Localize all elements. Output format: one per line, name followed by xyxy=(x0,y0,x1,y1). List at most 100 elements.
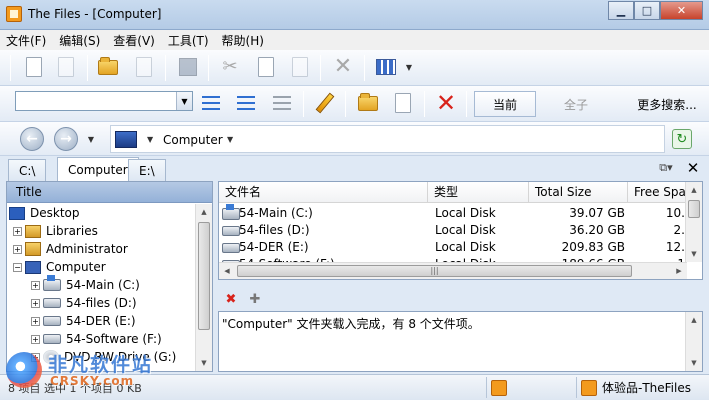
menu-view[interactable]: 查看(V) xyxy=(113,32,155,49)
scroll-down-icon[interactable]: ▼ xyxy=(686,246,702,262)
copy-button[interactable] xyxy=(254,55,278,79)
paste-icon xyxy=(292,57,308,77)
chevron-down-icon[interactable]: ▼ xyxy=(176,92,192,110)
history-dropdown[interactable]: ▼ xyxy=(84,127,98,151)
tree-header: Title xyxy=(7,182,212,203)
minimize-button[interactable]: ▁ xyxy=(608,1,634,20)
table-row[interactable]: 54-Main (C:) Local Disk 39.07 GB 10. xyxy=(219,204,687,222)
tree-item-label: 54-Main (C:) xyxy=(66,278,140,292)
chevron-down-icon[interactable]: ▼ xyxy=(147,135,153,144)
list-vscroll-thumb[interactable] xyxy=(688,200,700,218)
status-app-segment xyxy=(486,377,576,398)
view-mode-dropdown[interactable]: ▼ xyxy=(402,55,416,79)
toolbar-separator xyxy=(303,91,304,117)
delete-icon: ✕ xyxy=(333,54,353,79)
new-document-button[interactable] xyxy=(391,91,415,115)
tab-c-drive[interactable]: C:\ xyxy=(8,159,47,181)
open-folder-search-button[interactable] xyxy=(356,91,380,115)
tree-item-libraries[interactable]: + Libraries xyxy=(13,222,98,240)
expand-icon[interactable]: + xyxy=(31,298,40,308)
refresh-button[interactable]: ↻ xyxy=(672,129,692,149)
tree-scrollbar[interactable]: ▲ ▼ xyxy=(195,204,212,371)
tree-item-drive-c[interactable]: +54-Main (C:) xyxy=(31,275,140,294)
clear-log-button[interactable]: ✖ xyxy=(222,290,240,308)
maximize-button[interactable]: □ xyxy=(634,1,660,20)
tree-item-desktop[interactable]: Desktop xyxy=(9,204,80,222)
delete-button[interactable]: ✕ xyxy=(331,55,355,79)
new-file-button[interactable] xyxy=(22,55,46,79)
watermark-en: CRSKY.com xyxy=(50,374,135,388)
drive-icon xyxy=(222,226,240,236)
tree-item-drive-d[interactable]: +54-files (D:) xyxy=(31,294,137,312)
table-row[interactable]: 54-files (D:) Local Disk 36.20 GB 2. xyxy=(219,222,687,239)
expand-icon[interactable]: + xyxy=(31,316,40,326)
cell-free-space: 12. xyxy=(665,240,685,254)
log-panel: "Computer" 文件夹载入完成，有 8 个文件项。 ▲ ▼ xyxy=(218,311,703,372)
menu-edit[interactable]: 编辑(S) xyxy=(59,32,100,49)
cut-button[interactable]: ✂ xyxy=(218,55,242,79)
tab-e-drive[interactable]: E:\ xyxy=(128,159,166,181)
save-button[interactable] xyxy=(176,55,200,79)
more-search-button[interactable]: 更多搜索... xyxy=(630,91,704,117)
toolbar-separator xyxy=(364,55,365,81)
pin-log-button[interactable]: ✚ xyxy=(246,290,264,308)
tab-bar: C:\ Computer E:\ ⧉▾ ✕ xyxy=(0,156,709,181)
scroll-left-icon[interactable]: ◀ xyxy=(219,263,235,279)
list-hscroll-thumb[interactable]: ||| xyxy=(237,265,632,277)
tree-item-label: 54-files (D:) xyxy=(66,296,137,310)
chevron-down-icon[interactable]: ▼ xyxy=(227,135,233,144)
tree-item-drive-e[interactable]: +54-DER (E:) xyxy=(31,312,136,330)
tree-expand-button[interactable] xyxy=(199,91,223,115)
address-bar[interactable]: ▼ Computer ▼ xyxy=(110,125,665,153)
new-window-button[interactable] xyxy=(54,55,78,79)
arrow-right-icon: → xyxy=(60,131,72,147)
tree-collapse-icon xyxy=(237,96,255,110)
scroll-down-icon[interactable]: ▼ xyxy=(196,355,212,371)
scroll-up-icon[interactable]: ▲ xyxy=(686,182,702,198)
list-horizontal-scrollbar[interactable]: ◀ ||| ▶ xyxy=(219,262,687,279)
tree-item-drive-f[interactable]: +54-Software (F:) xyxy=(31,330,162,348)
column-header-type[interactable]: 类型 xyxy=(428,182,529,203)
tree-scroll-thumb[interactable] xyxy=(198,222,210,330)
search-current-button[interactable]: 当前 xyxy=(474,91,536,117)
close-window-button[interactable]: ✕ xyxy=(660,1,703,20)
expand-icon[interactable]: + xyxy=(13,244,22,254)
column-header-total-size[interactable]: Total Size xyxy=(529,182,628,203)
menu-file[interactable]: 文件(F) xyxy=(6,32,46,49)
paste-button[interactable] xyxy=(288,55,312,79)
expand-icon[interactable]: + xyxy=(13,226,22,236)
open-folder-button[interactable] xyxy=(96,55,120,79)
search-all-button[interactable]: 全子 xyxy=(545,91,607,117)
view-mode-button[interactable] xyxy=(374,55,398,79)
copy-folder-button[interactable] xyxy=(132,55,156,79)
scroll-up-icon[interactable]: ▲ xyxy=(196,204,212,220)
edit-button[interactable] xyxy=(313,91,337,115)
log-scrollbar[interactable]: ▲ ▼ xyxy=(685,312,702,371)
menu-help[interactable]: 帮助(H) xyxy=(222,32,264,49)
list-vertical-scrollbar[interactable]: ▲ ▼ xyxy=(685,182,702,262)
menu-tools[interactable]: 工具(T) xyxy=(168,32,209,49)
close-tab-button[interactable]: ✕ xyxy=(683,158,703,178)
forward-button[interactable]: → xyxy=(54,127,78,151)
tree-item-computer[interactable]: − Computer xyxy=(13,258,106,276)
expand-icon[interactable]: + xyxy=(31,334,40,344)
tab-menu-button[interactable]: ⧉▾ xyxy=(654,158,678,178)
column-header-name[interactable]: 文件名 xyxy=(219,182,428,203)
address-location[interactable]: Computer xyxy=(163,133,223,147)
clear-search-button[interactable]: ✕ xyxy=(434,91,458,115)
watermark-logo-icon xyxy=(6,352,42,388)
tree-collapse-button[interactable] xyxy=(234,91,258,115)
scroll-down-icon[interactable]: ▼ xyxy=(686,355,702,371)
list-lines-button[interactable] xyxy=(270,91,294,115)
table-row[interactable]: 54-DER (E:) Local Disk 209.83 GB 12. xyxy=(219,239,687,256)
back-button[interactable]: ← xyxy=(20,127,44,151)
scroll-right-icon[interactable]: ▶ xyxy=(671,263,687,279)
tree-item-administrator[interactable]: + Administrator xyxy=(13,240,128,258)
status-edition-segment: 体验品-TheFiles xyxy=(576,377,709,398)
tab-computer[interactable]: Computer xyxy=(57,157,139,181)
toolbar-separator xyxy=(466,91,467,117)
scroll-up-icon[interactable]: ▲ xyxy=(686,312,702,328)
filter-combo[interactable]: ▼ xyxy=(15,91,193,111)
expand-icon[interactable]: + xyxy=(31,280,40,290)
collapse-icon[interactable]: − xyxy=(13,262,22,272)
